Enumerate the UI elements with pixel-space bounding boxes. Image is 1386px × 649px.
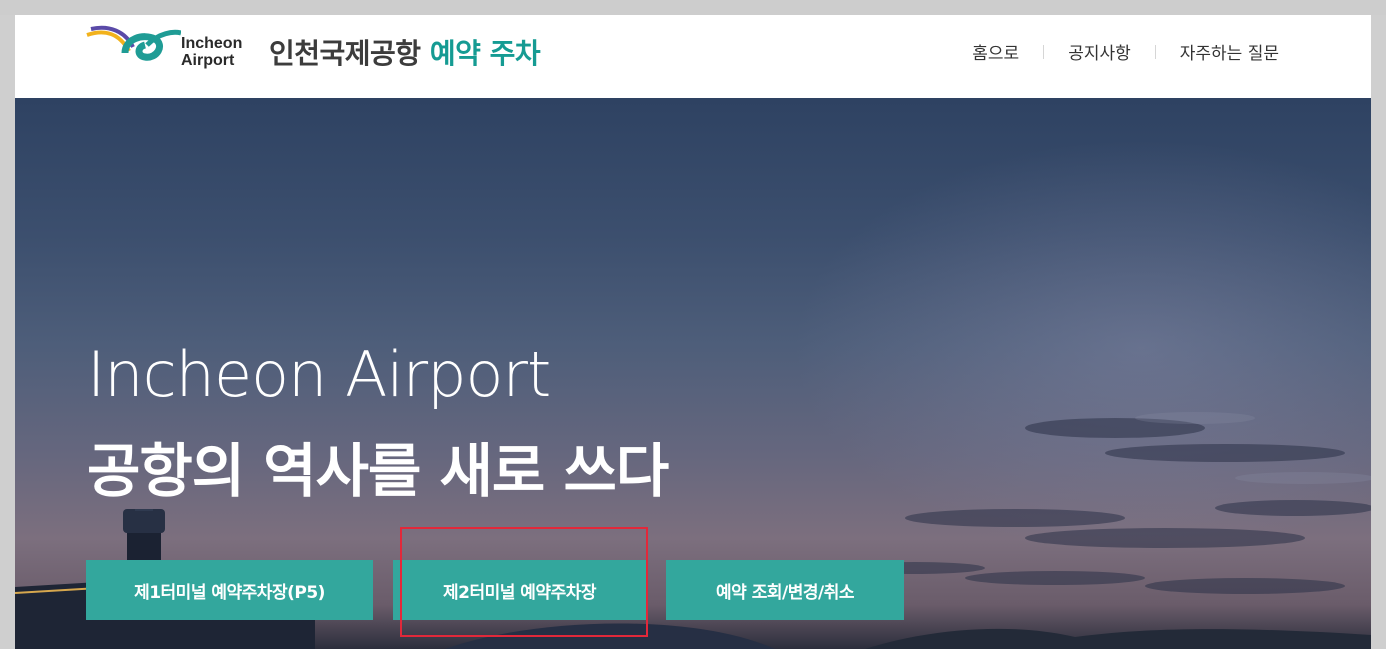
nav-home[interactable]: 홈으로 bbox=[948, 39, 1043, 64]
terminal2-parking-button[interactable]: 제2터미널 예약주차장 bbox=[393, 560, 646, 620]
logo-line2: Airport bbox=[181, 52, 235, 69]
site-title-prefix: 인천국제공항 bbox=[269, 37, 421, 70]
site-title-accent: 예약 주차 bbox=[429, 37, 541, 70]
nav-notice[interactable]: 공지사항 bbox=[1044, 39, 1155, 64]
nav-faq[interactable]: 자주하는 질문 bbox=[1156, 39, 1303, 64]
reservation-lookup-button[interactable]: 예약 조회/변경/취소 bbox=[666, 560, 904, 620]
terminal1-parking-button[interactable]: 제1터미널 예약주차장(P5) bbox=[86, 560, 373, 620]
browser-top-strip bbox=[0, 0, 1386, 15]
airport-emblem-icon bbox=[86, 25, 182, 61]
logo-line1: Incheon bbox=[181, 35, 243, 52]
site-title: 인천국제공항 예약 주차 bbox=[269, 32, 541, 72]
top-nav: 홈으로 공지사항 자주하는 질문 bbox=[948, 39, 1303, 64]
incheon-airport-logo[interactable]: Incheon Airport bbox=[85, 23, 255, 71]
hero-banner: Incheon Airport 공항의 역사를 새로 쓰다 제1터미널 예약주차… bbox=[15, 98, 1371, 649]
hero-title-english: Incheon Airport bbox=[87, 338, 551, 411]
logo-wordmark: Incheon Airport bbox=[181, 35, 242, 69]
hero-title-korean: 공항의 역사를 새로 쓰다 bbox=[87, 437, 669, 505]
site-header: Incheon Airport 인천국제공항 예약 주차 홈으로 공지사항 자주… bbox=[15, 15, 1371, 98]
